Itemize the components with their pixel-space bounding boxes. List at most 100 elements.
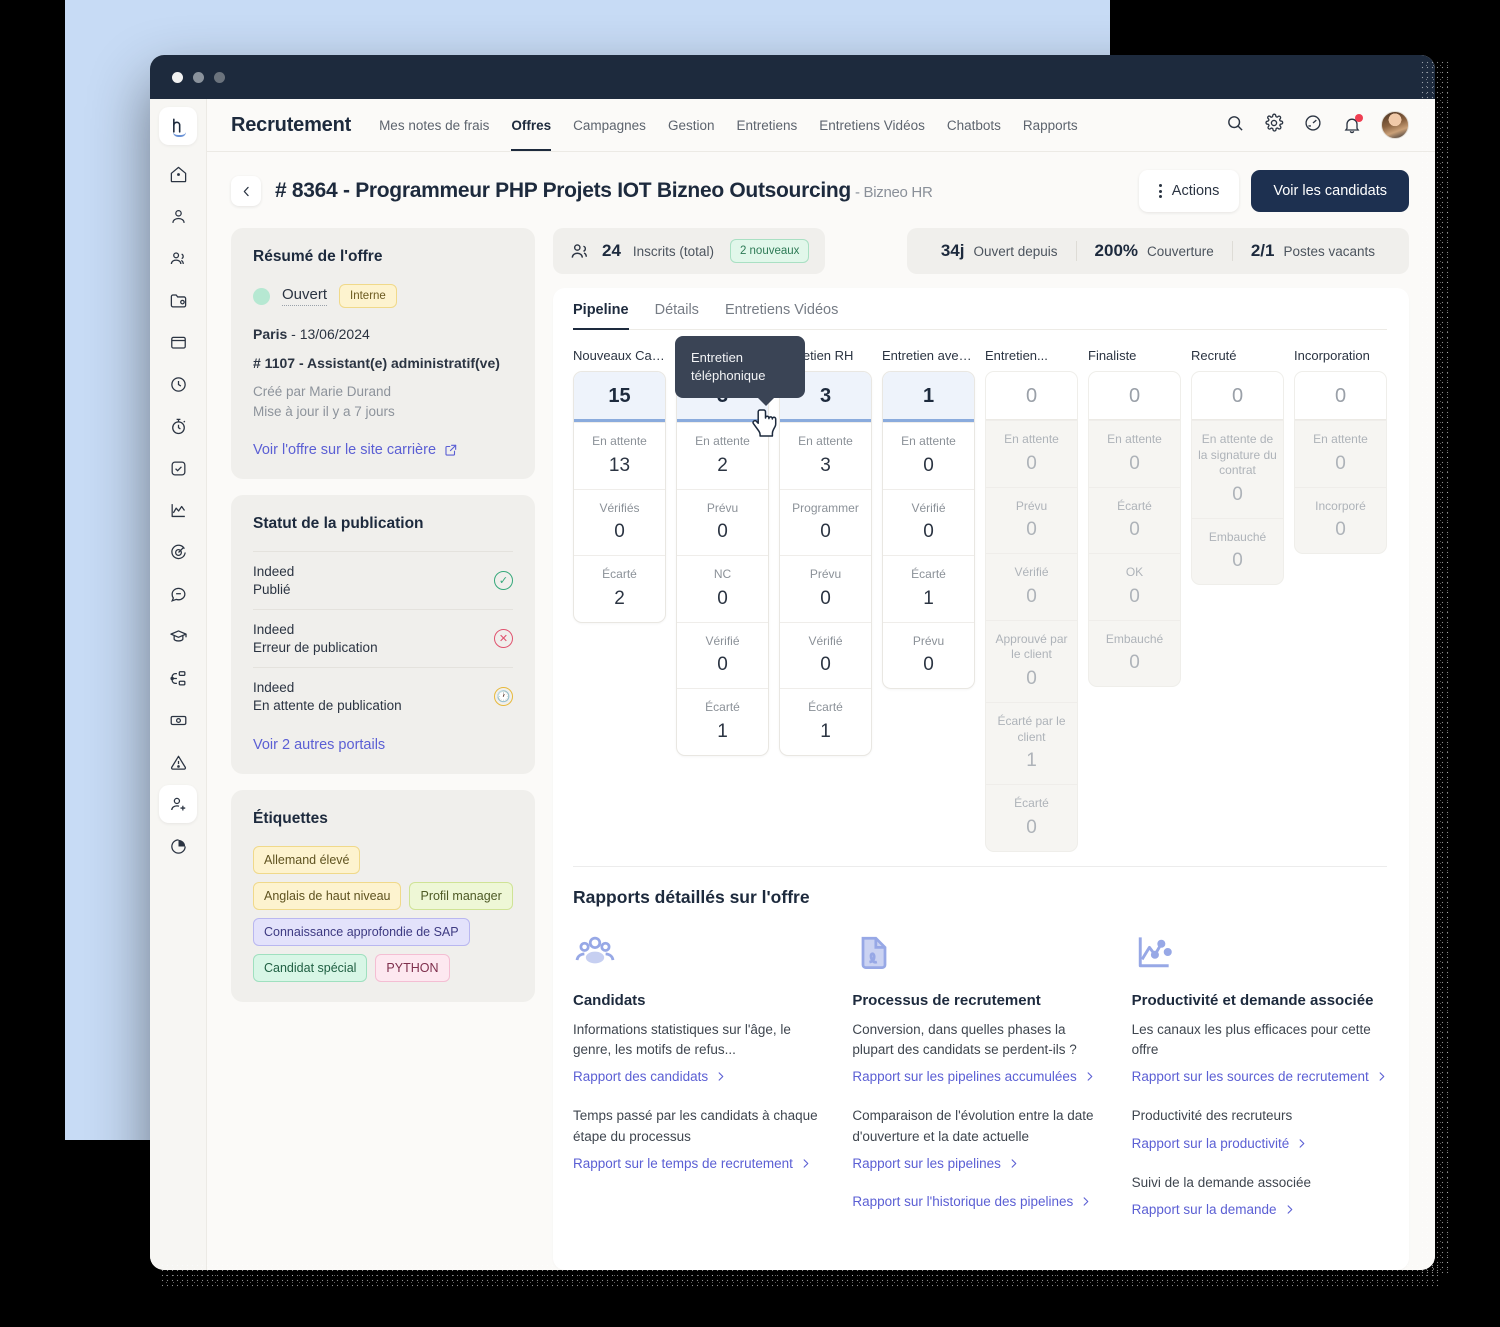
pipeline-cell-value: 0 [1095, 586, 1174, 608]
nav-link-entretiens-videos[interactable]: Entretiens Vidéos [819, 99, 925, 151]
tag-item[interactable]: Candidat spécial [253, 954, 367, 982]
career-site-link[interactable]: Voir l'offre sur le site carrière [253, 442, 458, 458]
tag-item[interactable]: Allemand élevé [253, 846, 360, 874]
back-button[interactable] [231, 176, 261, 206]
pipeline-cell: Prévu0 [986, 487, 1077, 554]
report-link[interactable]: Rapport sur les sources de recrutement [1132, 1069, 1387, 1084]
publication-row[interactable]: Indeed En attente de publication 🕐 [253, 667, 513, 725]
pipeline-column[interactable]: 0 En attente de la signature du contrat0… [1191, 371, 1284, 585]
sidebar-item-payroll[interactable] [159, 701, 197, 739]
window-maximize-dot[interactable] [214, 72, 225, 83]
nav-link-notes-frais[interactable]: Mes notes de frais [379, 99, 489, 151]
tab-video-interviews[interactable]: Entretiens Vidéos [725, 302, 838, 329]
page-subtitle: - Bizneo HR [855, 184, 933, 201]
pipeline-column[interactable]: 1 En attente0 Vérifié0 Écarté1 Prévu0 [882, 371, 975, 689]
nav-link-rapports[interactable]: Rapports [1023, 99, 1078, 151]
sidebar-item-training[interactable] [159, 617, 197, 655]
sidebar-item-stopwatch[interactable] [159, 407, 197, 445]
sidebar-item-goals[interactable] [159, 533, 197, 571]
speedometer-icon[interactable] [1303, 113, 1323, 138]
report-link[interactable]: Rapport sur la productivité [1132, 1136, 1308, 1151]
app-logo[interactable] [159, 107, 197, 145]
nav-link-entretiens[interactable]: Entretiens [736, 99, 797, 151]
nav-link-offres[interactable]: Offres [511, 99, 551, 151]
avatar[interactable] [1381, 111, 1409, 139]
bell-icon[interactable] [1342, 115, 1362, 135]
clock-circle-icon: 🕐 [494, 687, 513, 706]
publication-row[interactable]: Indeed Publié ✓ [253, 551, 513, 609]
window-minimize-dot[interactable] [193, 72, 204, 83]
pipeline-columns: 15 En attente13 Vérifiés0 Écarté2 3 En a… [573, 371, 1387, 852]
report-block: Informations statistiques sur l'âge, le … [573, 1020, 828, 1107]
sidebar-item-reports[interactable] [159, 827, 197, 865]
report-link[interactable]: Rapport sur l'historique des pipelines [852, 1194, 1091, 1209]
report-heading: Candidats [573, 992, 828, 1009]
pipeline-cell-label: Écarté [683, 700, 762, 716]
pipeline-cell-label: OK [1095, 565, 1174, 581]
sidebar-item-user[interactable] [159, 197, 197, 235]
nav-link-gestion[interactable]: Gestion [668, 99, 715, 151]
report-block: Les canaux les plus efficaces pour cette… [1132, 1020, 1387, 1107]
gear-icon[interactable] [1264, 113, 1284, 138]
view-candidates-button[interactable]: Voir les candidats [1251, 170, 1409, 212]
report-link[interactable]: Rapport des candidats [573, 1069, 726, 1084]
sidebar-item-workflow[interactable] [159, 659, 197, 697]
window-close-dot[interactable] [172, 72, 183, 83]
pipeline-cell-value: 1 [683, 721, 762, 743]
offer-location: Paris [253, 326, 287, 342]
sidebar-item-box[interactable] [159, 323, 197, 361]
nav-link-campagnes[interactable]: Campagnes [573, 99, 646, 151]
report-description: Informations statistiques sur l'âge, le … [573, 1020, 828, 1061]
tag-item[interactable]: Connaissance approfondie de SAP [253, 918, 470, 946]
pipeline-column[interactable]: 3 En attente3 Programmer0 Prévu0 Vérifié… [779, 371, 872, 756]
sidebar-item-alerts[interactable] [159, 743, 197, 781]
pipeline-column-header: Incorporation [1294, 348, 1387, 363]
pipeline-cell-label: En attente de la signature du contrat [1198, 432, 1277, 479]
pipeline-cell-value: 2 [683, 455, 762, 477]
pipeline-cell-value: 0 [889, 521, 968, 543]
more-portals-link[interactable]: Voir 2 autres portails [253, 737, 385, 753]
tag-item[interactable]: PYTHON [375, 954, 449, 982]
sidebar-item-analytics[interactable] [159, 491, 197, 529]
pipeline-cell: Vérifié 0 [883, 489, 974, 556]
pipeline-cell-label: Vérifié [889, 501, 968, 517]
sidebar-item-recruitment[interactable] [159, 785, 197, 823]
pipeline-column[interactable]: 0 En attente0 Prévu0 Vérifié0 Approuvé p… [985, 371, 1078, 852]
sidebar-item-home[interactable] [159, 155, 197, 193]
pipeline-cell-label: Vérifié [683, 634, 762, 650]
pipeline-cell-label: Écarté [1095, 499, 1174, 515]
pipeline-column[interactable]: 0 En attente0 Incorporé0 [1294, 371, 1387, 554]
sidebar-item-chat[interactable] [159, 575, 197, 613]
tab-pipeline[interactable]: Pipeline [573, 302, 629, 329]
actions-button[interactable]: Actions [1139, 170, 1240, 212]
pipeline-cell: Embauché0 [1192, 518, 1283, 585]
sidebar-item-clock[interactable] [159, 365, 197, 403]
report-link-label: Rapport sur les sources de recrutement [1132, 1069, 1369, 1084]
metric-label: Couverture [1147, 244, 1214, 259]
document-signature-icon [852, 930, 1107, 978]
pipeline-cell-label: En attente [992, 432, 1071, 448]
search-icon[interactable] [1225, 113, 1245, 138]
nav-link-chatbots[interactable]: Chatbots [947, 99, 1001, 151]
pipeline-column[interactable]: 15 En attente13 Vérifiés0 Écarté2 [573, 371, 666, 623]
report-link[interactable]: Rapport sur le temps de recrutement [573, 1156, 811, 1171]
status-badge[interactable]: Ouvert [282, 286, 327, 306]
pipeline-cell-value: 0 [683, 654, 762, 676]
sidebar-item-tasks[interactable] [159, 449, 197, 487]
pipeline-cell-label: NC [683, 567, 762, 583]
pipeline-cell-value: 0 [683, 588, 762, 610]
pipeline-column[interactable]: 0 En attente0 Écarté0 OK0 Embauché0 [1088, 371, 1181, 687]
pipeline-cell-value: 2 [580, 588, 659, 610]
pipeline-cell-value: 1 [992, 750, 1071, 772]
report-link[interactable]: Rapport sur la demande [1132, 1202, 1295, 1217]
pipeline-cell: Incorporé0 [1295, 487, 1386, 554]
report-link[interactable]: Rapport sur les pipelines accumulées [852, 1069, 1094, 1084]
tag-item[interactable]: Anglais de haut niveau [253, 882, 401, 910]
sidebar-item-users[interactable] [159, 239, 197, 277]
publication-row[interactable]: Indeed Erreur de publication ✕ [253, 609, 513, 667]
sidebar-item-folder[interactable] [159, 281, 197, 319]
tag-item[interactable]: Profil manager [409, 882, 512, 910]
tab-details[interactable]: Détails [655, 302, 699, 329]
pipeline-cell: OK 0 [1089, 553, 1180, 620]
report-link[interactable]: Rapport sur les pipelines [852, 1156, 1019, 1171]
